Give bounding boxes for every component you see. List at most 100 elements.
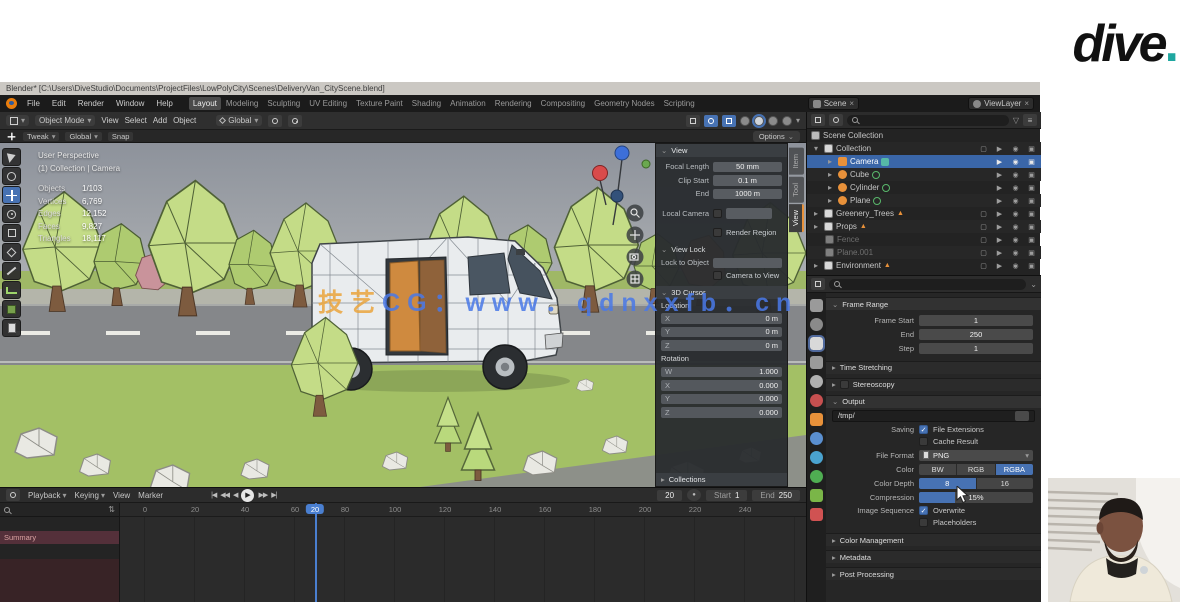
proportional-edit-toggle[interactable] <box>288 115 302 127</box>
frame-start-field[interactable]: 1 <box>919 315 1033 326</box>
cursor-panel-header[interactable]: ⌄3D Cursor <box>656 286 787 299</box>
viewport-menu-view[interactable]: View <box>101 116 118 125</box>
outliner-editor-type-button[interactable] <box>811 114 825 126</box>
x-icon[interactable]: × <box>1024 99 1029 108</box>
color-rgb-button[interactable]: RGB <box>957 464 995 475</box>
frame-range-panel-header[interactable]: ⌄Frame Range <box>826 297 1041 310</box>
frame-start-field[interactable]: Start1 <box>706 490 747 501</box>
shading-rendered-button[interactable] <box>782 116 792 126</box>
render-toggle[interactable]: ▣ <box>1025 197 1038 205</box>
exclude-toggle[interactable]: ▢ <box>977 223 990 231</box>
stereoscopy-panel-header[interactable]: ▸Stereoscopy <box>826 378 1041 391</box>
workspace-tab-animation[interactable]: Animation <box>446 97 490 110</box>
outliner-display-mode-button[interactable] <box>829 114 843 126</box>
expand-icon[interactable]: ▸ <box>811 261 821 270</box>
timeline-ruler[interactable]: 0 20 40 60 80 100 120 140 160 180 200 22… <box>120 503 806 517</box>
render-toggle[interactable]: ▣ <box>1025 249 1038 257</box>
menu-window[interactable]: Window <box>114 99 146 108</box>
xray-toggle[interactable] <box>722 115 736 127</box>
shading-material-button[interactable] <box>768 116 778 126</box>
cursor-rot-y[interactable]: Y0.000 <box>661 394 782 405</box>
playhead-frame-badge[interactable]: 20 <box>306 504 324 514</box>
outliner-options-button[interactable]: ≡ <box>1023 114 1037 126</box>
workspace-tab-modeling[interactable]: Modeling <box>222 97 262 110</box>
local-camera-field[interactable] <box>726 208 772 219</box>
outliner-row-plane[interactable]: ▸ Plane ▶ ◉ ▣ <box>807 194 1041 207</box>
stereoscopy-checkbox[interactable] <box>840 380 849 389</box>
workspace-tab-rendering[interactable]: Rendering <box>491 97 536 110</box>
expand-icon[interactable]: ▸ <box>825 157 835 166</box>
outliner-search-input[interactable] <box>847 115 1009 126</box>
outliner-row-collection[interactable]: ▾ Collection ▢ ▶ ◉ ▣ <box>807 142 1041 155</box>
selectable-toggle[interactable]: ▶ <box>993 171 1006 179</box>
hide-toggle[interactable]: ◉ <box>1009 197 1022 205</box>
render-toggle[interactable]: ▣ <box>1025 262 1038 270</box>
file-extensions-checkbox[interactable]: ✓ <box>919 425 928 434</box>
timeline-tracks[interactable] <box>120 517 806 602</box>
metadata-panel-header[interactable]: ▸Metadata <box>826 550 1041 563</box>
compression-slider[interactable]: 15% <box>919 492 1033 503</box>
hide-toggle[interactable]: ◉ <box>1009 236 1022 244</box>
color-rgba-button[interactable]: RGBA <box>996 464 1033 475</box>
sidebar-tab-tool[interactable]: Tool <box>789 177 804 203</box>
menu-edit[interactable]: Edit <box>50 99 68 108</box>
render-toggle[interactable]: ▣ <box>1025 158 1038 166</box>
tab-constraints[interactable] <box>810 489 823 502</box>
expand-icon[interactable]: ▸ <box>825 170 835 179</box>
selectable-toggle[interactable]: ▶ <box>993 236 1006 244</box>
jump-to-start-button[interactable]: |◀ <box>211 491 216 499</box>
focal-length-field[interactable]: 50 mm <box>713 162 782 173</box>
sidebar-tab-view[interactable]: View <box>789 204 804 232</box>
outliner-row-environment[interactable]: ▸ Environment ▲ ▢ ▶ ◉ ▣ <box>807 259 1041 272</box>
workspace-tab-compositing[interactable]: Compositing <box>537 97 589 110</box>
properties-search-input[interactable] <box>829 279 1026 290</box>
clip-end-field[interactable]: 1000 m <box>713 189 782 200</box>
menu-help[interactable]: Help <box>154 99 174 108</box>
timeline-editor-type-button[interactable] <box>6 489 20 501</box>
editor-type-button[interactable]: ▾ <box>6 115 29 126</box>
cache-result-checkbox[interactable] <box>919 437 928 446</box>
outliner-row-scene-collection[interactable]: Scene Collection <box>807 129 1041 142</box>
render-toggle[interactable]: ▣ <box>1025 184 1038 192</box>
collections-panel-header[interactable]: ▸Collections <box>656 473 787 486</box>
frame-end-field[interactable]: End250 <box>752 490 800 501</box>
hide-toggle[interactable]: ◉ <box>1009 210 1022 218</box>
hide-toggle[interactable]: ◉ <box>1009 145 1022 153</box>
render-toggle[interactable]: ▣ <box>1025 236 1038 244</box>
tool-scale[interactable] <box>2 224 21 242</box>
keying-menu[interactable]: Keying▾ <box>74 491 104 500</box>
viewport-menu-select[interactable]: Select <box>125 116 147 125</box>
tab-scene[interactable] <box>810 375 823 388</box>
filter-icon[interactable]: ▽ <box>1013 116 1019 125</box>
expand-icon[interactable]: ▸ <box>825 183 835 192</box>
view-panel-header[interactable]: ⌄View <box>656 144 787 157</box>
outliner-row-camera-selected[interactable]: ▸ Camera ▶ ◉ ▣ <box>807 155 1041 168</box>
render-region-checkbox[interactable] <box>713 228 722 237</box>
tab-object[interactable] <box>810 413 823 426</box>
properties-filter-dropdown-icon[interactable]: ⌄ <box>1030 280 1037 289</box>
prev-keyframe-button[interactable]: ◀◀ <box>220 491 229 499</box>
placeholders-checkbox[interactable] <box>919 518 928 527</box>
timeline-search-input[interactable]: ⇅ <box>0 503 119 517</box>
render-toggle[interactable]: ▣ <box>1025 210 1038 218</box>
playhead-line[interactable] <box>315 503 317 602</box>
tool-add-cube[interactable] <box>2 300 21 318</box>
play-button[interactable]: ▶ <box>241 489 254 502</box>
viewport-menu-add[interactable]: Add <box>153 116 167 125</box>
sidebar-tab-item[interactable]: Item <box>789 148 804 175</box>
exclude-toggle[interactable]: ▢ <box>977 210 990 218</box>
mode-dropdown[interactable]: Object Mode▾ <box>35 115 95 126</box>
cursor-rot-z[interactable]: Z0.000 <box>661 407 782 418</box>
workspace-tab-uv-editing[interactable]: UV Editing <box>305 97 351 110</box>
outliner-row-fence[interactable]: Fence ▢ ▶ ◉ ▣ <box>807 233 1041 246</box>
overwrite-checkbox[interactable]: ✓ <box>919 506 928 515</box>
tab-view-layer[interactable] <box>810 356 823 369</box>
timeline-view-menu[interactable]: View <box>113 491 130 500</box>
viewport-menu-object[interactable]: Object <box>173 116 196 125</box>
shading-solid-button[interactable] <box>754 116 764 126</box>
selectable-toggle[interactable]: ▶ <box>993 210 1006 218</box>
hide-toggle[interactable]: ◉ <box>1009 171 1022 179</box>
exclude-toggle[interactable]: ▢ <box>977 145 990 153</box>
workspace-tab-layout[interactable]: Layout <box>189 97 221 110</box>
snap-magnet-toggle[interactable] <box>268 115 282 127</box>
